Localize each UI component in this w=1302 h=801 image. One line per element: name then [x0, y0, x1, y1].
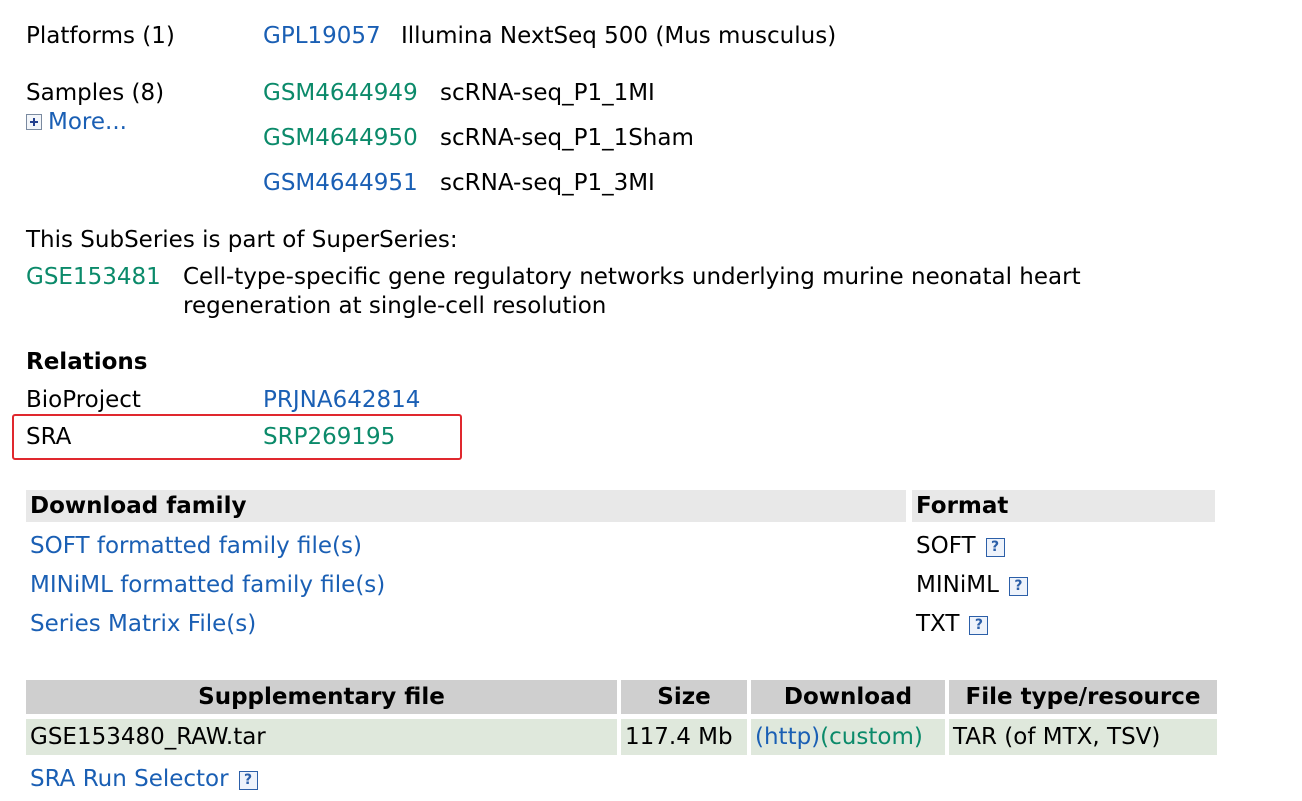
supplementary-file-header: Supplementary file [26, 680, 617, 714]
help-icon[interactable]: ? [238, 771, 258, 790]
size-header: Size [621, 680, 747, 714]
download-cell: (http)(custom) [751, 719, 945, 755]
superseries-title-line1: Cell-type-specific gene regulatory netwo… [183, 264, 1081, 290]
file-type-cell: TAR (of MTX, TSV) [949, 719, 1217, 755]
superseries-link-gse153481[interactable]: GSE153481 [26, 262, 161, 292]
platforms-label: Platforms (1) [26, 23, 175, 49]
sample-link-gsm4644950[interactable]: GSM4644950 [263, 123, 418, 153]
sample-title: scRNA-seq_P1_3MI [440, 170, 655, 196]
samples-label: Samples (8) [26, 80, 165, 106]
file-size: 117.4 Mb [625, 724, 733, 750]
bioproject-link[interactable]: PRJNA642814 [263, 385, 420, 415]
plus-expand-icon [26, 114, 42, 130]
miniml-family-file-link[interactable]: MINiML formatted family file(s) [30, 570, 385, 600]
format-soft: SOFT? [916, 531, 1005, 561]
help-icon[interactable]: ? [985, 538, 1005, 557]
supplementary-file-name: GSE153480_RAW.tar [30, 724, 266, 750]
platform-description: Illumina NextSeq 500 (Mus musculus) [401, 23, 837, 49]
soft-family-file-link[interactable]: SOFT formatted family file(s) [30, 531, 362, 561]
format-txt: TXT? [916, 609, 989, 639]
download-family-header: Download family [26, 490, 906, 522]
relations-heading: Relations [26, 349, 148, 375]
format-header: Format [912, 490, 1215, 522]
superseries-title-line2: regeneration at single-cell resolution [183, 293, 607, 319]
help-icon[interactable]: ? [1008, 577, 1028, 596]
sra-run-selector-link[interactable]: SRA Run Selector [30, 766, 229, 792]
supplementary-file-cell: GSE153480_RAW.tar [26, 719, 617, 755]
sra-run-selector: SRA Run Selector? [30, 764, 258, 794]
format-miniml: MINiML? [916, 570, 1028, 600]
platform-link-gpl19057[interactable]: GPL19057 [263, 21, 381, 51]
sample-title: scRNA-seq_P1_1MI [440, 80, 655, 106]
superseries-intro: This SubSeries is part of SuperSeries: [26, 227, 458, 253]
download-header: Download [751, 680, 945, 714]
size-cell: 117.4 Mb [621, 719, 747, 755]
custom-download-link[interactable]: (custom) [820, 724, 923, 750]
series-matrix-file-link[interactable]: Series Matrix File(s) [30, 609, 256, 639]
highlight-annotation-box [12, 414, 462, 460]
samples-more-toggle[interactable]: More... [26, 107, 127, 137]
sample-link-gsm4644949[interactable]: GSM4644949 [263, 78, 418, 108]
sample-link-gsm4644951[interactable]: GSM4644951 [263, 168, 418, 198]
sample-title: scRNA-seq_P1_1Sham [440, 125, 694, 151]
file-type-header: File type/resource [949, 680, 1217, 714]
relation-label-bioproject: BioProject [26, 387, 141, 413]
http-download-link[interactable]: (http) [755, 724, 820, 750]
more-link[interactable]: More... [48, 109, 127, 135]
file-type: TAR (of MTX, TSV) [953, 724, 1161, 750]
help-icon[interactable]: ? [969, 616, 989, 635]
